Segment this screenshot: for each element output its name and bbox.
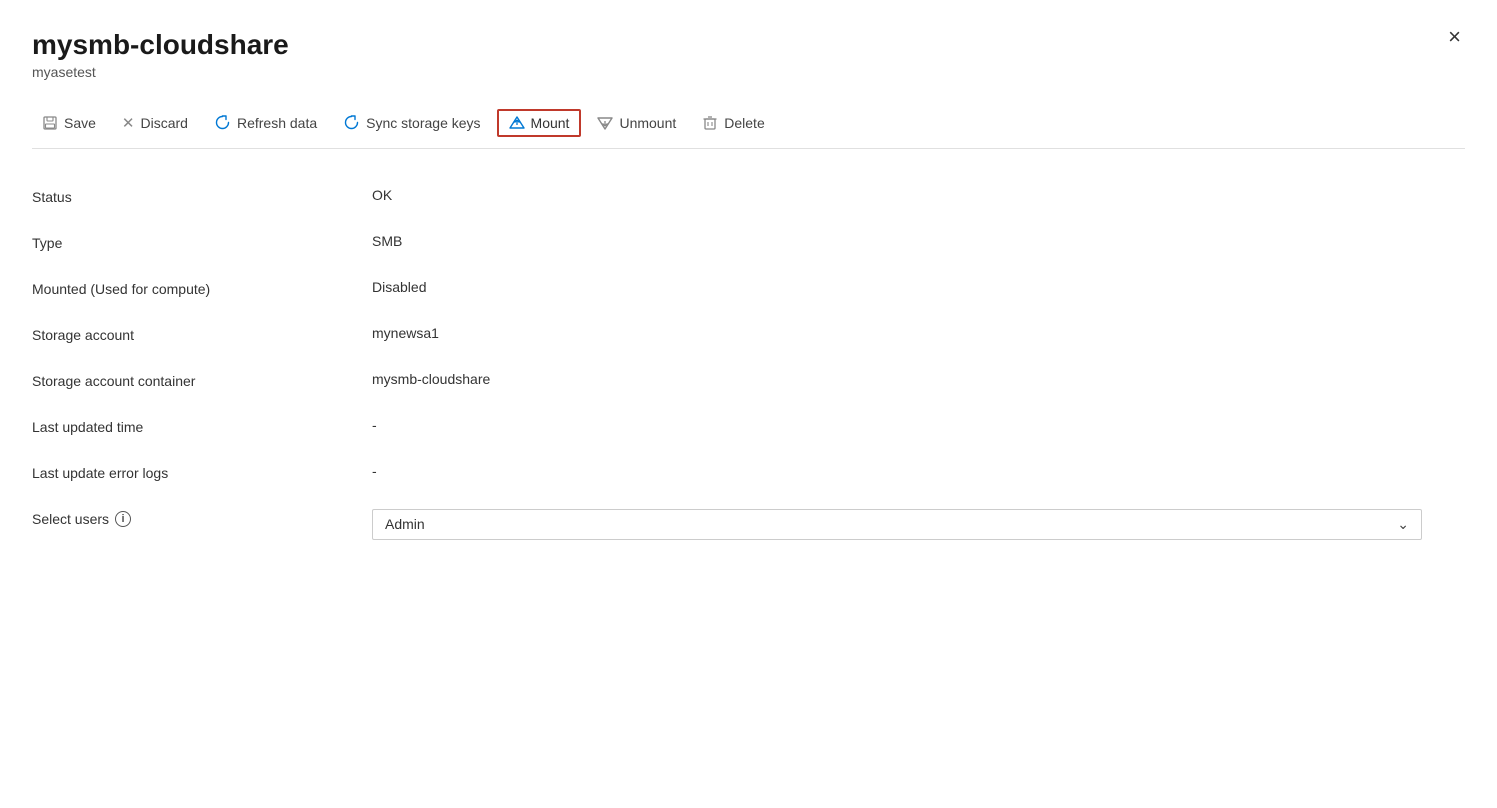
storage-container-label: Storage account container <box>32 371 372 389</box>
error-logs-value: - <box>372 463 1465 479</box>
refresh-label: Refresh data <box>237 115 317 131</box>
select-users-dropdown[interactable]: Admin ⌄ <box>372 509 1422 540</box>
discard-button[interactable]: ✕ Discard <box>112 108 198 138</box>
mount-icon <box>509 115 525 131</box>
field-error-logs: Last update error logs - <box>32 449 1465 495</box>
error-logs-label: Last update error logs <box>32 463 372 481</box>
field-type: Type SMB <box>32 219 1465 265</box>
storage-account-value: mynewsa1 <box>372 325 1465 341</box>
select-users-label: Select users i <box>32 509 372 527</box>
unmount-icon <box>597 115 613 131</box>
unmount-label: Unmount <box>619 115 676 131</box>
status-value: OK <box>372 187 1465 203</box>
select-users-text: Select users <box>32 511 109 527</box>
field-storage-account: Storage account mynewsa1 <box>32 311 1465 357</box>
field-storage-container: Storage account container mysmb-cloudsha… <box>32 357 1465 403</box>
panel-title: mysmb-cloudshare <box>32 28 1465 62</box>
sync-label: Sync storage keys <box>366 115 480 131</box>
mount-button[interactable]: Mount <box>497 109 582 137</box>
delete-button[interactable]: Delete <box>692 109 774 137</box>
toolbar: Save ✕ Discard Refresh data Sync st <box>32 98 1465 149</box>
panel-subtitle: myasetest <box>32 64 1465 80</box>
discard-icon: ✕ <box>122 114 135 132</box>
status-label: Status <box>32 187 372 205</box>
detail-panel: × mysmb-cloudshare myasetest Save ✕ Disc… <box>0 0 1497 808</box>
field-select-users: Select users i Admin ⌄ <box>32 495 1465 554</box>
storage-container-value: mysmb-cloudshare <box>372 371 1465 387</box>
unmount-button[interactable]: Unmount <box>587 109 686 137</box>
close-button[interactable]: × <box>1440 22 1469 52</box>
mounted-value: Disabled <box>372 279 1465 295</box>
field-last-updated: Last updated time - <box>32 403 1465 449</box>
save-button[interactable]: Save <box>32 109 106 137</box>
chevron-down-icon: ⌄ <box>1397 516 1409 533</box>
mounted-label: Mounted (Used for compute) <box>32 279 372 297</box>
type-label: Type <box>32 233 372 251</box>
delete-icon <box>702 115 718 131</box>
type-value: SMB <box>372 233 1465 249</box>
delete-label: Delete <box>724 115 764 131</box>
save-icon <box>42 115 58 131</box>
sync-button[interactable]: Sync storage keys <box>333 108 490 137</box>
last-updated-value: - <box>372 417 1465 433</box>
discard-label: Discard <box>141 115 188 131</box>
sync-icon <box>343 114 360 131</box>
storage-account-label: Storage account <box>32 325 372 343</box>
refresh-button[interactable]: Refresh data <box>204 108 327 137</box>
mount-label: Mount <box>531 115 570 131</box>
field-status: Status OK <box>32 173 1465 219</box>
refresh-icon <box>214 114 231 131</box>
fields-section: Status OK Type SMB Mounted (Used for com… <box>32 173 1465 554</box>
field-mounted: Mounted (Used for compute) Disabled <box>32 265 1465 311</box>
save-label: Save <box>64 115 96 131</box>
info-icon: i <box>115 511 131 527</box>
select-users-value: Admin <box>385 516 425 532</box>
last-updated-label: Last updated time <box>32 417 372 435</box>
